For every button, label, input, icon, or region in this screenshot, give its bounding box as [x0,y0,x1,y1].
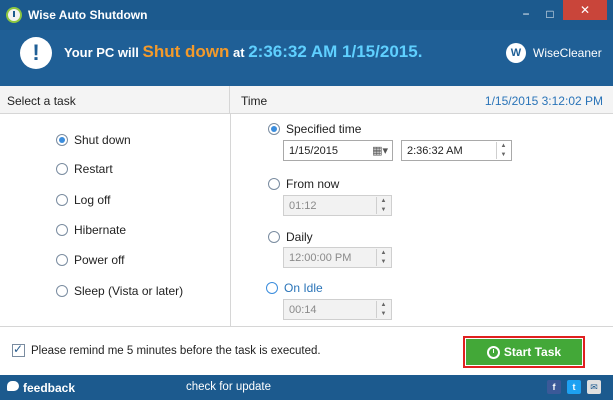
start-task-button[interactable]: Start Task [466,339,582,365]
task-label: Sleep (Vista or later) [74,284,184,298]
radio-button[interactable] [268,123,280,135]
task-label: Restart [74,162,113,176]
remind-option[interactable]: Please remind me 5 minutes before the ta… [12,342,321,357]
alert-icon: ! [20,37,52,69]
time-radio-on-idle[interactable]: On Idle [266,281,323,295]
task-label: Shut down [74,133,131,147]
radio-button[interactable] [56,134,68,146]
task-radio-poweroff[interactable]: Power off [56,253,124,267]
from-now-spinner[interactable]: ▲ ▼ [376,197,390,214]
task-radio-restart[interactable]: Restart [56,162,113,176]
current-datetime: 1/15/2015 3:12:02 PM [484,94,603,108]
task-section-title: Select a task [7,94,76,108]
on-idle-value: 00:14 [289,303,317,316]
twitter-icon[interactable]: t [567,380,581,394]
on-idle-input[interactable]: 00:14 ▲ ▼ [283,299,392,320]
spin-down-icon[interactable]: ▼ [381,258,387,266]
minimize-button[interactable]: − [517,6,535,22]
section-divider [230,114,231,326]
time-option-label: On Idle [284,281,323,295]
remind-label: Please remind me 5 minutes before the ta… [31,344,321,357]
remind-checkbox[interactable] [12,342,25,357]
time-section-title: Time [241,94,268,108]
task-radio-logoff[interactable]: Log off [56,193,110,207]
speech-bubble-icon [7,381,19,391]
message-middle: at [233,45,245,60]
daily-time-input[interactable]: 12:00:00 PM ▲ ▼ [283,247,392,268]
maximize-button[interactable]: □ [541,6,559,22]
on-idle-spinner[interactable]: ▲ ▼ [376,301,390,318]
daily-spinner[interactable]: ▲ ▼ [376,249,390,266]
time-radio-daily[interactable]: Daily [268,230,313,244]
wisecleaner-logo-icon[interactable]: W [506,43,526,63]
task-radio-shutdown[interactable]: Shut down [56,133,131,147]
start-task-highlight: Start Task [463,336,585,368]
start-task-label: Start Task [503,345,562,359]
radio-button[interactable] [268,231,280,243]
close-button[interactable]: ✕ [563,0,607,20]
check-update-link[interactable]: check for update [186,381,271,393]
message-suffix: . [417,42,423,61]
task-label: Power off [74,253,125,267]
specified-time-input[interactable]: 2:36:32 AM ▲ ▼ [401,140,512,161]
spin-up-icon[interactable]: ▲ [381,197,387,205]
time-spinner[interactable]: ▲ ▼ [496,142,510,159]
time-radio-from-now[interactable]: From now [268,177,339,191]
time-option-label: Daily [286,230,313,244]
radio-button[interactable] [56,224,68,236]
time-section-header: Time 1/15/2015 3:12:02 PM [230,86,613,114]
spin-down-icon[interactable]: ▼ [501,151,507,159]
radio-button[interactable] [56,254,68,266]
from-now-input[interactable]: 01:12 ▲ ▼ [283,195,392,216]
date-picker[interactable]: 1/15/2015 ▦▾ [283,140,393,161]
task-label: Log off [74,193,111,207]
task-radio-sleep[interactable]: Sleep (Vista or later) [56,284,183,298]
radio-button[interactable] [268,178,280,190]
time-radio-specified[interactable]: Specified time [268,122,361,136]
radio-button[interactable] [56,163,68,175]
radio-button[interactable] [56,194,68,206]
feedback-link[interactable]: feedback [23,381,75,395]
spin-down-icon[interactable]: ▼ [381,310,387,318]
wisecleaner-link[interactable]: WiseCleaner [533,46,602,60]
radio-button[interactable] [56,285,68,297]
scheduled-action: Shut down [142,42,230,61]
scheduled-time: 2:36:32 AM 1/15/2015 [248,42,418,61]
spin-up-icon[interactable]: ▲ [381,249,387,257]
time-option-label: Specified time [286,122,362,136]
app-icon [6,7,22,23]
footer-divider [0,326,613,327]
title-bar: Wise Auto Shutdown − □ ✕ [0,0,613,30]
daily-value: 12:00:00 PM [289,251,352,264]
date-value: 1/15/2015 [289,144,338,157]
radio-button[interactable] [266,282,278,294]
calendar-dropdown-icon[interactable]: ▦▾ [372,144,388,157]
schedule-message: Your PC will Shut down at 2:36:32 AM 1/1… [64,42,422,62]
status-bar: feedback check for update f t ✉ [0,375,613,400]
task-section-header: Select a task [0,86,230,114]
spin-down-icon[interactable]: ▼ [381,206,387,214]
task-radio-hibernate[interactable]: Hibernate [56,223,126,237]
window-title: Wise Auto Shutdown [28,8,148,22]
status-banner: ! Your PC will Shut down at 2:36:32 AM 1… [0,30,613,86]
spin-up-icon[interactable]: ▲ [501,142,507,150]
alarm-clock-icon [486,345,500,359]
from-now-value: 01:12 [289,199,317,212]
facebook-icon[interactable]: f [547,380,561,394]
spin-up-icon[interactable]: ▲ [381,301,387,309]
time-value: 2:36:32 AM [407,144,463,157]
time-option-label: From now [286,177,340,191]
email-icon[interactable]: ✉ [587,380,601,394]
task-label: Hibernate [74,223,127,237]
message-prefix: Your PC will [64,45,139,60]
